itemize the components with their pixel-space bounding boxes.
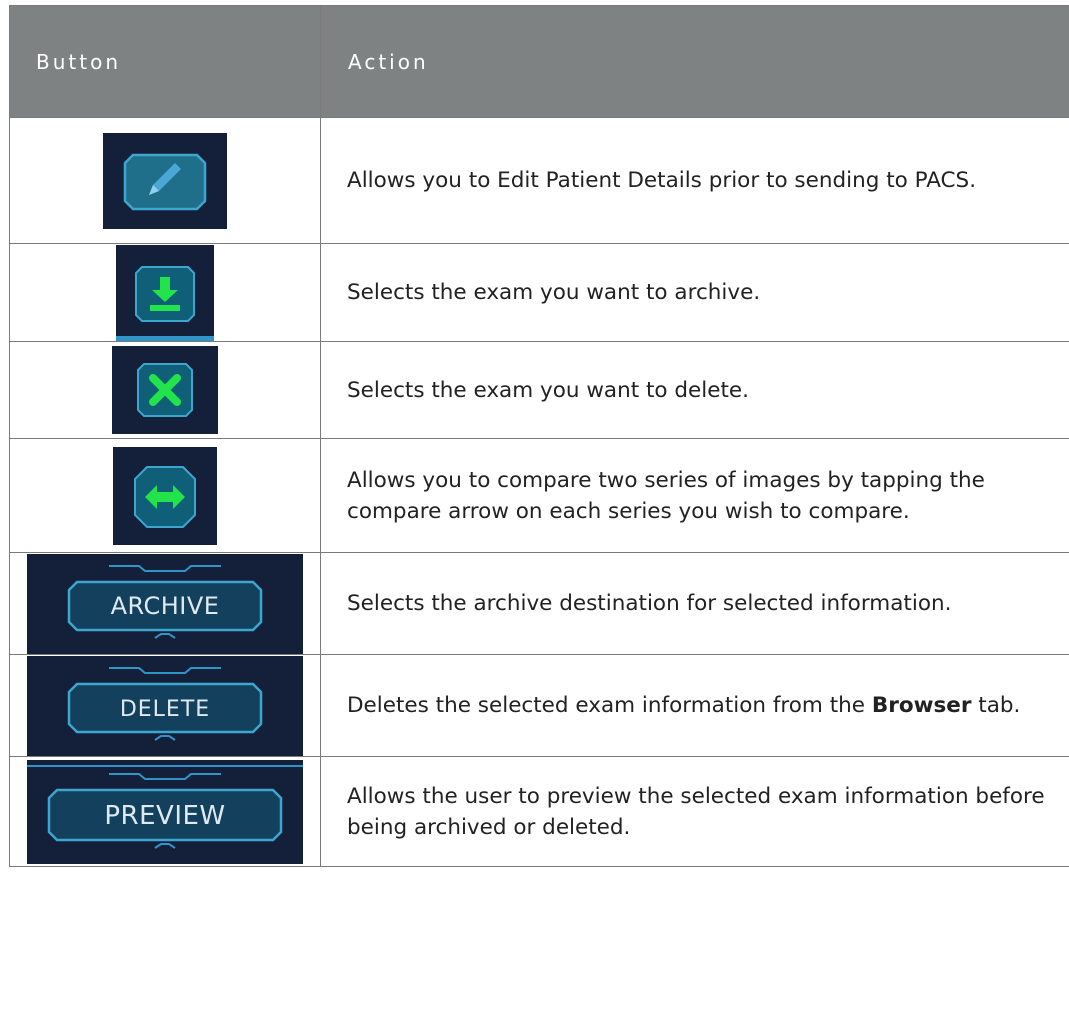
header-button-label: Button [36, 49, 121, 74]
delete-label: DELETE [120, 697, 210, 722]
table-row: DELETE Deletes the selected exam informa… [9, 654, 1069, 757]
button-cell [9, 117, 321, 244]
archive-download-icon [116, 244, 214, 341]
action-cell: Selects the archive destination for sele… [320, 552, 1069, 655]
preview-button-image: PREVIEW [27, 759, 303, 864]
table-row: Allows you to Edit Patient Details prior… [9, 117, 1069, 244]
table-row: PREVIEW Allows the user to preview the s… [9, 756, 1069, 867]
archive-label: ARCHIVE [111, 592, 220, 620]
button-cell [9, 243, 321, 342]
action-text-bold: Browser [871, 693, 972, 718]
preview-label: PREVIEW [104, 801, 225, 831]
edit-pencil-icon [103, 132, 227, 229]
action-cell: Allows you to compare two series of imag… [320, 438, 1069, 553]
table-header-row: Button Action [9, 5, 1069, 118]
button-cell [9, 341, 321, 439]
action-text-post: tab. [971, 693, 1021, 718]
table-row: Selects the exam you want to delete. [9, 341, 1069, 439]
action-cell: Selects the exam you want to archive. [320, 243, 1069, 342]
action-text-pre: Deletes the selected exam information fr… [347, 693, 872, 718]
button-cell [9, 438, 321, 553]
action-cell: Allows the user to preview the selected … [320, 756, 1069, 867]
table-row: Allows you to compare two series of imag… [9, 438, 1069, 553]
button-cell: ARCHIVE [9, 552, 321, 655]
header-action: Action [320, 5, 1069, 118]
button-cell: DELETE [9, 654, 321, 757]
table-row: ARCHIVE Selects the archive destination … [9, 552, 1069, 655]
archive-button-image: ARCHIVE [27, 553, 303, 654]
table-row: Selects the exam you want to archive. [9, 243, 1069, 342]
compare-arrows-icon [113, 446, 217, 545]
action-cell: Selects the exam you want to delete. [320, 341, 1069, 439]
delete-button-image: DELETE [27, 655, 303, 756]
action-cell: Allows you to Edit Patient Details prior… [320, 117, 1069, 244]
delete-x-icon [112, 346, 218, 434]
header-action-label: Action [348, 49, 429, 74]
action-cell: Deletes the selected exam information fr… [320, 654, 1069, 757]
header-button: Button [9, 5, 321, 118]
button-cell: PREVIEW [9, 756, 321, 867]
button-reference-table: Button Action Allows you to Edit Patient… [9, 5, 1069, 867]
